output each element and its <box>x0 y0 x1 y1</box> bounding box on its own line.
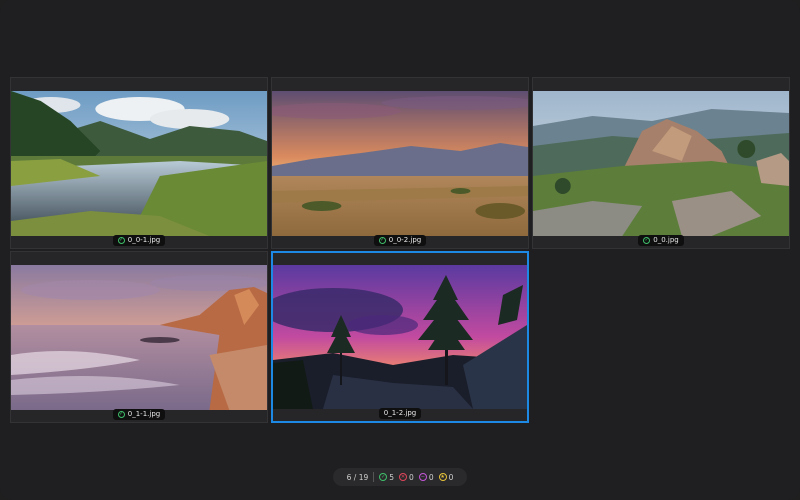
filename-chip: ✓ 0_1-1.jpg <box>112 408 166 420</box>
accepted-check-icon: ✓ <box>378 236 386 244</box>
minus-count: 0 <box>428 472 434 482</box>
thumbnail-image[interactable] <box>273 265 527 409</box>
thumbnail-card[interactable]: ✓ 0_0-1.jpg <box>10 77 268 249</box>
accepted-check-icon: ✓ <box>117 410 125 418</box>
thumbnail-image[interactable] <box>272 91 528 236</box>
accepted-check-icon: ✓ <box>379 473 388 481</box>
thumbnail-card[interactable]: ✓ 0_0-2.jpg <box>271 77 529 249</box>
star-count: 0 <box>448 472 454 482</box>
filename-label: 0_0.jpg <box>653 236 679 244</box>
review-status-bar: 6 / 19 ✓ 5 ✕ 0 − 0 ★ 0 <box>333 468 467 486</box>
rejected-stat[interactable]: ✕ 0 <box>399 473 414 482</box>
filename-chip: 0_1-2.jpg <box>378 407 422 419</box>
star-stat[interactable]: ★ 0 <box>438 472 454 482</box>
filename-label: 0_0-1.jpg <box>127 236 161 244</box>
minus-stat[interactable]: − 0 <box>418 472 434 482</box>
filename-label: 0_1-1.jpg <box>127 410 161 418</box>
accepted-check-icon: ✓ <box>643 236 651 244</box>
filename-chip: ✓ 0_0.jpg <box>638 234 684 246</box>
filename-chip: ✓ 0_0-1.jpg <box>112 234 166 246</box>
minus-circle-icon: − <box>418 473 427 481</box>
accepted-count: 5 <box>389 472 395 482</box>
star-icon: ★ <box>438 473 447 481</box>
accepted-stat[interactable]: ✓ 5 <box>379 473 394 482</box>
thumbnail-grid: ✓ 0_0-1.jpg ✓ 0_0-2.jpg ✓ 0_0.jpg ✓ 0_1-… <box>10 77 790 423</box>
divider <box>373 472 375 482</box>
image-review-window: ✓ 0_0-1.jpg ✓ 0_0-2.jpg ✓ 0_0.jpg ✓ 0_1-… <box>0 0 800 500</box>
rejected-count: 0 <box>409 472 414 482</box>
filename-chip: ✓ 0_0-2.jpg <box>373 234 427 246</box>
thumbnail-card[interactable]: ✓ 0_1-1.jpg <box>10 251 268 423</box>
rejected-x-icon: ✕ <box>399 473 408 481</box>
accepted-check-icon: ✓ <box>117 236 125 244</box>
thumbnail-card[interactable]: ✓ 0_0.jpg <box>532 77 790 249</box>
filename-label: 0_0-2.jpg <box>388 236 422 244</box>
thumbnail-image[interactable] <box>11 91 267 236</box>
thumbnail-image[interactable] <box>533 91 789 236</box>
filename-label: 0_1-2.jpg <box>383 409 417 417</box>
thumbnail-card-selected[interactable]: 0_1-2.jpg <box>271 251 529 423</box>
thumbnail-image[interactable] <box>11 265 267 410</box>
position-counter: 6 / 19 <box>346 472 369 482</box>
